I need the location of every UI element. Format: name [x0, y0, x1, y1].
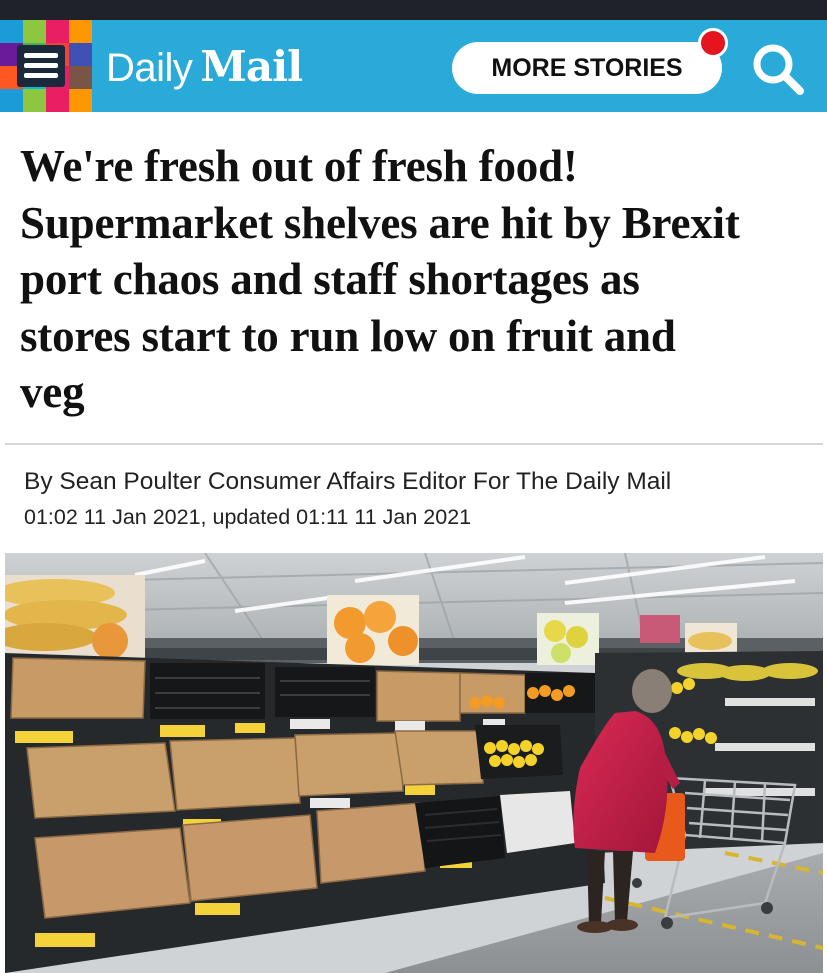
notification-dot-icon	[698, 28, 728, 58]
menu-mosaic-tile	[69, 89, 92, 112]
supermarket-shelves-image	[5, 553, 823, 973]
menu-button[interactable]	[0, 20, 92, 112]
headline-line: port chaos and staff shortages as	[20, 254, 640, 304]
menu-mosaic-tile	[69, 66, 92, 89]
article-photo[interactable]	[5, 553, 823, 973]
article-headline: We're fresh out of fresh food! Supermark…	[20, 138, 810, 421]
menu-mosaic-tile	[46, 20, 69, 43]
logo-daily-text: Daily	[106, 46, 193, 90]
publish-timestamp: 01:02 11 Jan 2021, updated 01:11 11 Jan …	[24, 505, 472, 529]
headline-divider	[5, 443, 823, 445]
search-icon	[753, 44, 804, 95]
headline-line: Supermarket shelves are hit by Brexit	[20, 197, 740, 248]
menu-mosaic-tile	[23, 20, 46, 43]
menu-mosaic-tile	[69, 20, 92, 43]
menu-mosaic-tile	[46, 89, 69, 112]
search-button[interactable]	[746, 38, 810, 100]
menu-mosaic-tile	[0, 89, 23, 112]
hamburger-menu-icon	[17, 45, 65, 87]
menu-mosaic-tile	[23, 89, 46, 112]
more-stories-button[interactable]: MORE STORIES	[452, 42, 722, 94]
masthead: Daily Mail MORE STORIES	[0, 20, 827, 112]
daily-mail-logo[interactable]: Daily Mail	[106, 42, 303, 91]
headline-line: We're fresh out of fresh food!	[20, 141, 578, 191]
status-bar	[0, 0, 827, 20]
headline-line: stores start to run low on fruit and	[20, 310, 676, 361]
author-byline[interactable]: By Sean Poulter Consumer Affairs Editor …	[24, 468, 671, 496]
logo-mail-text: Mail	[200, 42, 303, 91]
menu-mosaic-tile	[0, 20, 23, 43]
menu-mosaic-tile	[69, 43, 92, 66]
headline-line: veg	[20, 367, 85, 417]
